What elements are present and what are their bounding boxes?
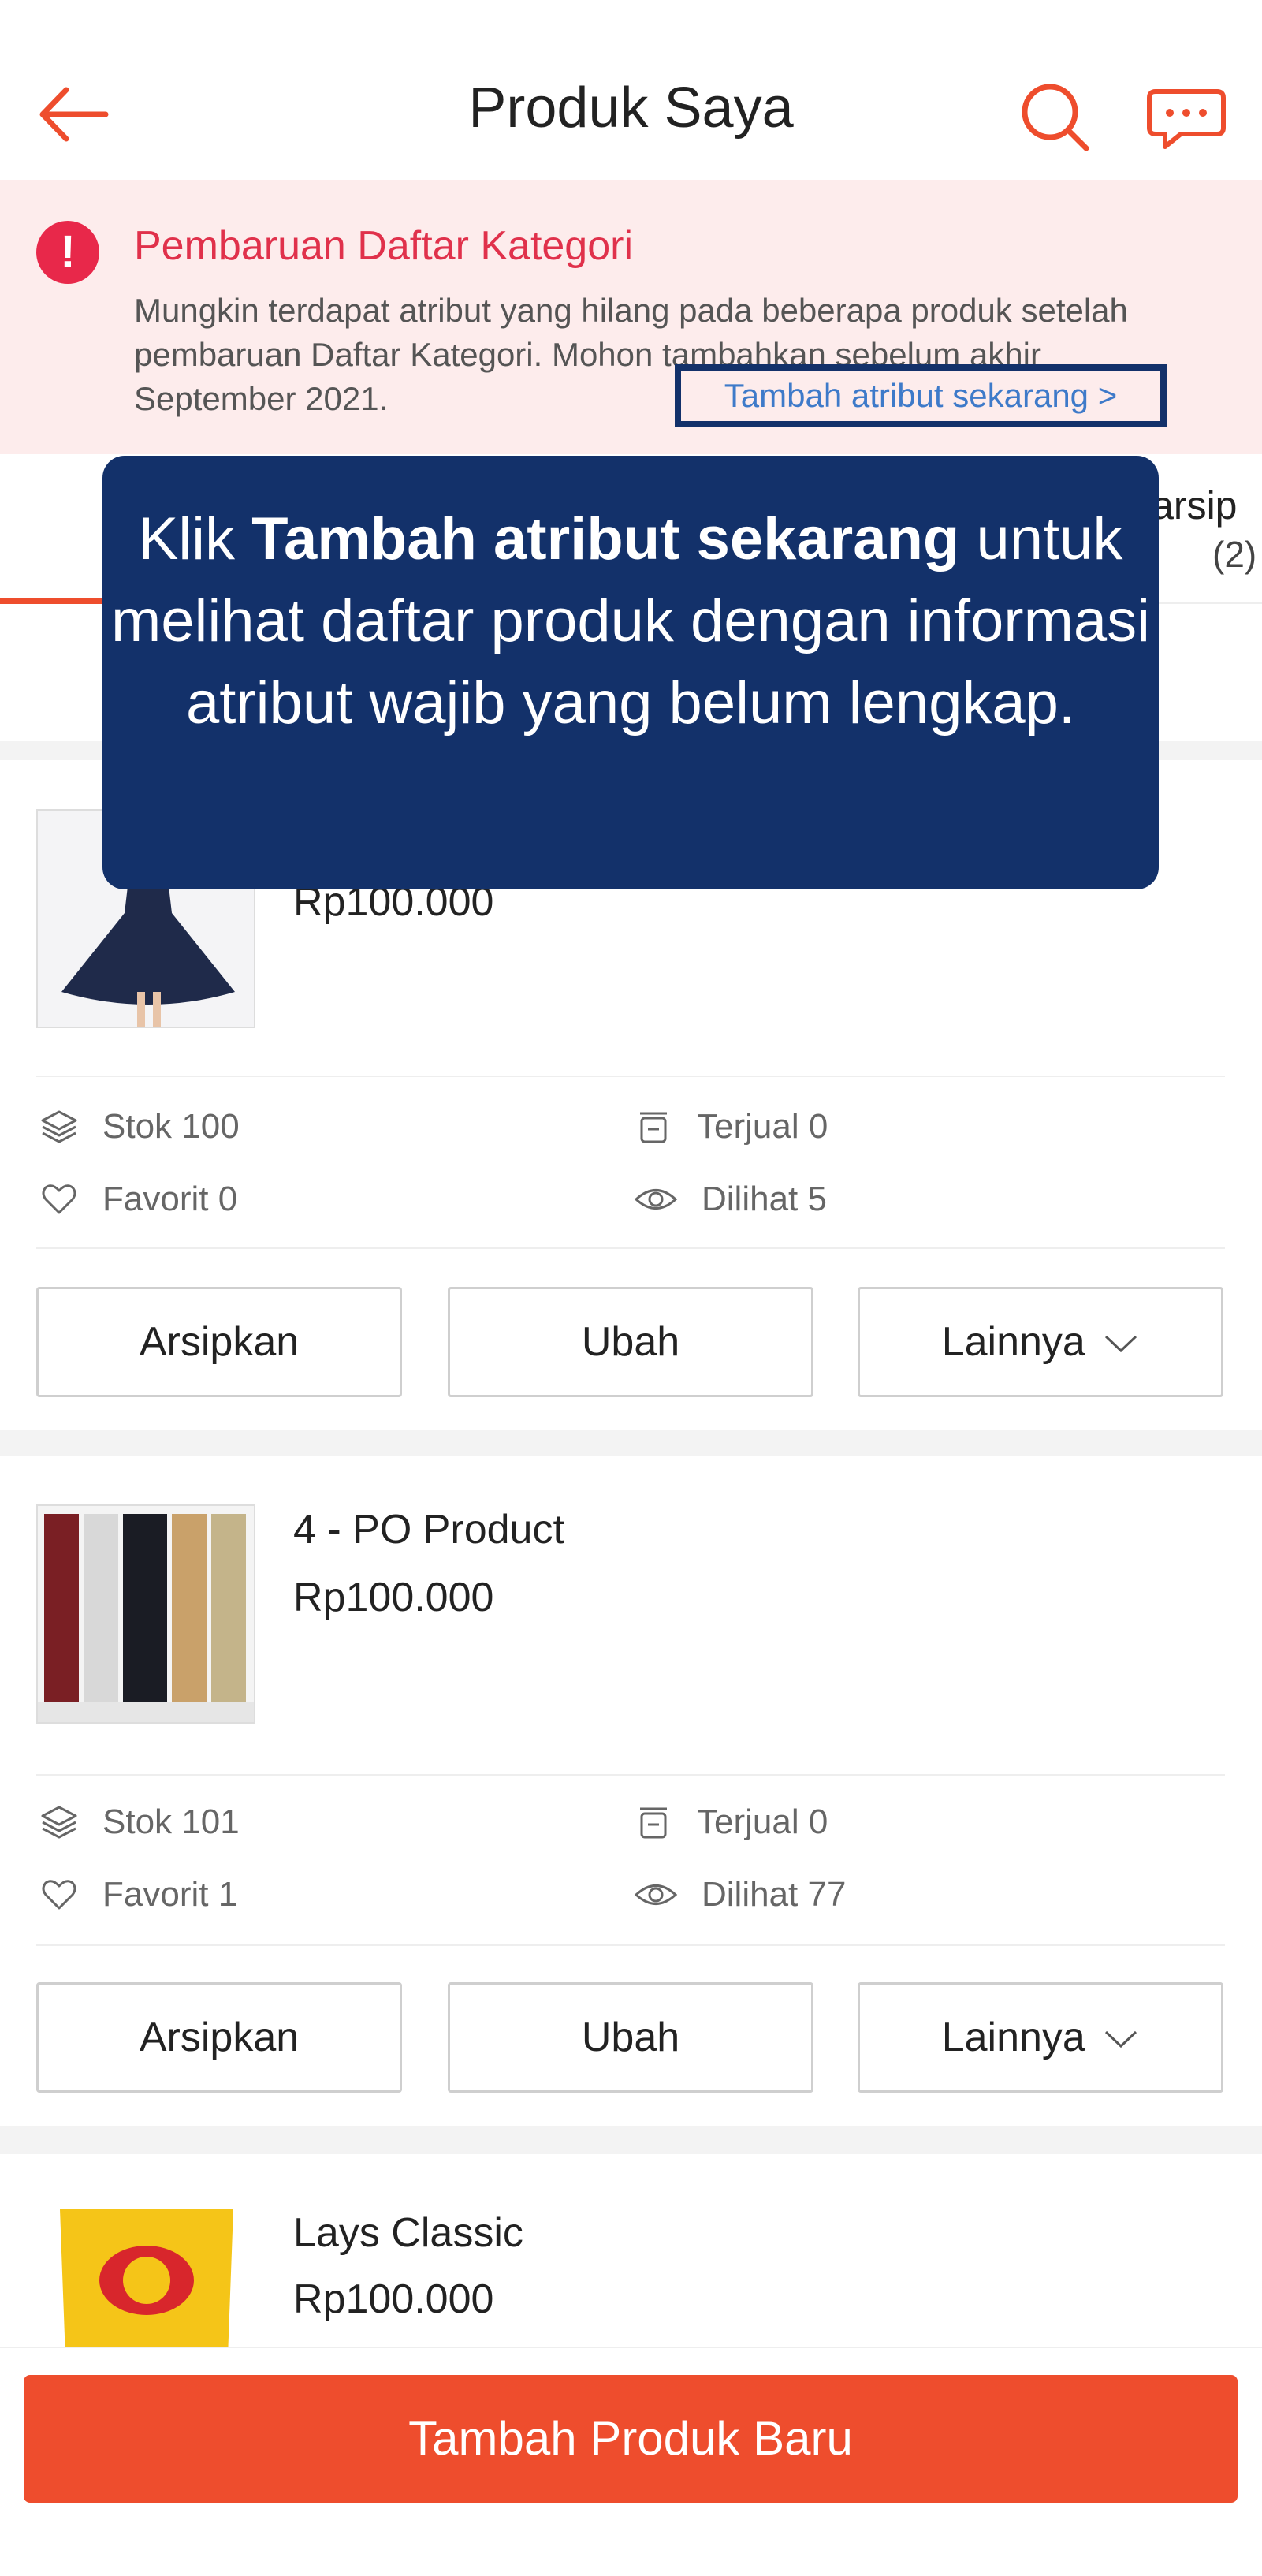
more-label: Lainnya	[941, 2015, 1085, 2060]
layers-icon	[41, 1110, 77, 1143]
product-actions: Arsipkan Ubah Lainnya	[0, 1287, 1262, 1397]
chevron-down-icon	[1105, 1335, 1137, 1353]
views-value: Dilihat 5	[702, 1180, 827, 1218]
section-gap	[0, 1430, 1262, 1456]
product-image[interactable]	[36, 1504, 255, 1724]
stock-stat: Stok 100	[39, 1107, 240, 1146]
favorite-stat: Favorit 1	[39, 1875, 237, 1914]
app-header: Produk Saya	[0, 0, 1262, 180]
heart-icon	[42, 1880, 76, 1910]
archive-button[interactable]: Arsipkan	[36, 1287, 402, 1397]
views-value: Dilihat 77	[702, 1875, 847, 1914]
more-button[interactable]: Lainnya	[858, 1287, 1223, 1397]
tooltip-prefix: Klik	[138, 505, 252, 572]
chat-icon[interactable]	[1145, 79, 1231, 155]
favorite-value: Favorit 1	[102, 1875, 238, 1914]
add-new-product-button[interactable]: Tambah Produk Baru	[24, 2375, 1238, 2503]
archive-button[interactable]: Arsipkan	[36, 1982, 402, 2093]
divider	[36, 1944, 1225, 1946]
eye-icon	[634, 1189, 678, 1210]
product-image[interactable]	[36, 2201, 255, 2359]
favorite-stat: Favorit 0	[39, 1180, 237, 1219]
edit-button[interactable]: Ubah	[448, 1982, 813, 2093]
layers-icon	[41, 1806, 77, 1839]
coachmark-tooltip: Klik Tambah atribut sekarang untuk melih…	[102, 456, 1159, 889]
heart-icon	[42, 1184, 76, 1214]
search-icon[interactable]	[1017, 79, 1093, 155]
eye-icon	[634, 1884, 678, 1905]
favorite-value: Favorit 0	[102, 1180, 238, 1218]
section-gap	[0, 2126, 1262, 2154]
jar-icon	[640, 1807, 667, 1839]
more-button[interactable]: Lainnya	[858, 1982, 1223, 2093]
edit-button[interactable]: Ubah	[448, 1287, 813, 1397]
add-attribute-link[interactable]: Tambah atribut sekarang >	[675, 364, 1167, 427]
stock-stat: Stok 101	[39, 1802, 240, 1842]
product-name[interactable]: 4 - PO Product	[293, 1506, 564, 1553]
bottom-bar: Tambah Produk Baru	[0, 2347, 1262, 2576]
views-stat: Dilihat 5	[634, 1180, 827, 1219]
chevron-down-icon	[1105, 2030, 1137, 2048]
sold-stat: Terjual 0	[634, 1107, 828, 1146]
tab-archived-count: (2)	[1212, 534, 1257, 575]
product-card: 4 - PO Product Rp100.000 Stok 101 Terjua…	[0, 1456, 1262, 2126]
sold-value: Terjual 0	[697, 1107, 828, 1146]
chips-bag-image	[36, 2201, 255, 2359]
product-price: Rp100.000	[293, 2276, 494, 2322]
divider	[36, 1774, 1225, 1776]
more-label: Lainnya	[941, 1319, 1085, 1365]
sold-stat: Terjual 0	[634, 1802, 828, 1842]
product-card: Lays Classic Rp100.000	[0, 2154, 1262, 2359]
sold-value: Terjual 0	[697, 1802, 828, 1841]
product-name[interactable]: Lays Classic	[293, 2209, 523, 2257]
stock-value: Stok 101	[102, 1802, 240, 1841]
stock-value: Stok 100	[102, 1107, 240, 1146]
product-actions: Arsipkan Ubah Lainnya	[0, 1982, 1262, 2093]
tooltip-highlight: Tambah atribut sekarang	[251, 505, 960, 572]
divider	[36, 1247, 1225, 1249]
warning-icon: !	[36, 221, 99, 284]
product-price: Rp100.000	[293, 1575, 494, 1620]
banner-title: Pembaruan Daftar Kategori	[134, 223, 634, 269]
jar-icon	[640, 1112, 667, 1143]
pants-image	[38, 1506, 254, 1722]
category-update-banner: ! Pembaruan Daftar Kategori Mungkin terd…	[0, 180, 1262, 454]
divider	[36, 1076, 1225, 1077]
views-stat: Dilihat 77	[634, 1875, 846, 1914]
